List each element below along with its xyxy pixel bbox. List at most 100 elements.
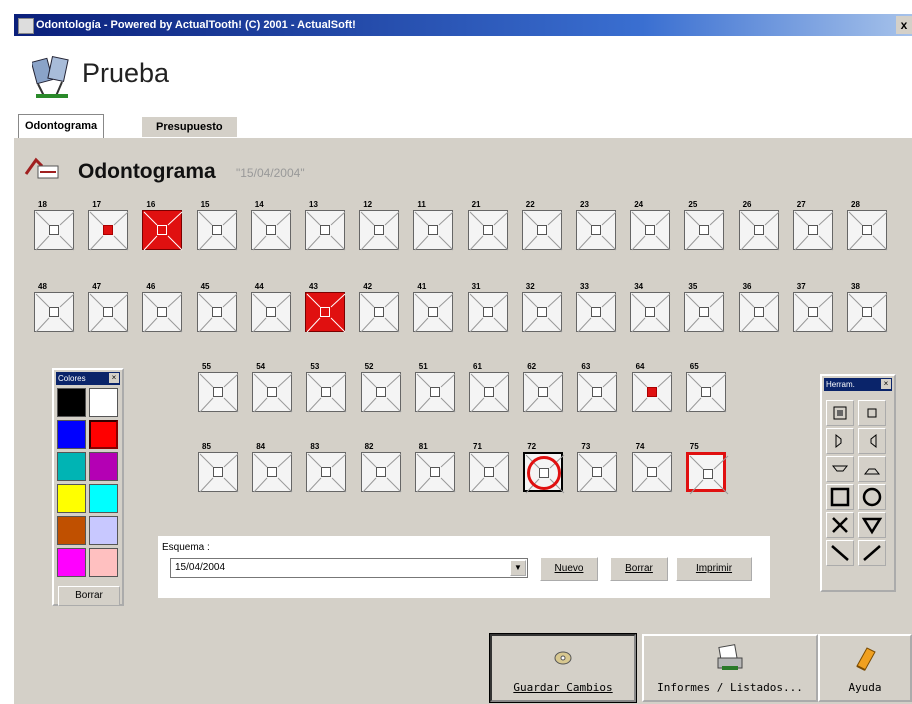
tooth-center-face[interactable] — [375, 467, 386, 477]
tooth-surface-box[interactable] — [198, 452, 239, 493]
tooth-surface-box[interactable] — [34, 210, 75, 251]
color-swatch[interactable] — [89, 548, 118, 577]
tooth-32[interactable]: 32 — [521, 282, 564, 334]
scheme-select[interactable]: 15/04/2004 ▼ — [170, 558, 528, 578]
tooth-surface-box[interactable] — [414, 452, 456, 493]
tooth-center-face[interactable] — [482, 225, 493, 235]
tool-cross-icon[interactable] — [826, 512, 854, 538]
tooth-center-face[interactable] — [157, 225, 168, 235]
tooth-surface-box[interactable] — [305, 292, 346, 333]
tooth-center-face[interactable] — [862, 225, 872, 235]
tooth-44[interactable]: 44 — [250, 282, 293, 334]
tooth-45[interactable]: 45 — [196, 282, 239, 334]
tooth-72[interactable]: 72 — [523, 442, 565, 494]
help-button[interactable]: Ayuda — [818, 634, 912, 702]
tooth-center-face[interactable] — [807, 307, 818, 317]
tooth-surface-box[interactable] — [359, 292, 400, 333]
tooth-center-face[interactable] — [157, 307, 168, 317]
tooth-71[interactable]: 71 — [469, 442, 511, 494]
tooth-center-face[interactable] — [428, 307, 439, 317]
tooth-surface-box[interactable] — [523, 452, 565, 494]
tooth-surface-box[interactable] — [684, 292, 725, 333]
tooth-center-face[interactable] — [103, 225, 114, 235]
tooth-center-face[interactable] — [103, 307, 114, 317]
tooth-28[interactable]: 28 — [847, 200, 889, 252]
tooth-21[interactable]: 21 — [467, 200, 510, 252]
tooth-surface-box[interactable] — [792, 210, 834, 251]
tooth-surface-box[interactable] — [521, 292, 563, 333]
color-swatch[interactable] — [89, 452, 118, 481]
tooth-surface-box[interactable] — [413, 210, 454, 251]
tooth-14[interactable]: 14 — [250, 200, 293, 252]
tooth-surface-box[interactable] — [305, 210, 346, 251]
tooth-center-face[interactable] — [702, 469, 713, 479]
tooth-center-face[interactable] — [807, 225, 818, 235]
tooth-surface-box[interactable] — [198, 372, 239, 413]
tooth-surface-box[interactable] — [359, 210, 400, 251]
tooth-center-face[interactable] — [213, 387, 223, 397]
tooth-55[interactable]: 55 — [198, 362, 240, 414]
tooth-53[interactable]: 53 — [306, 362, 348, 414]
tooth-center-face[interactable] — [374, 225, 385, 235]
reports-button[interactable]: Informes / Listados... — [642, 634, 818, 702]
tooth-51[interactable]: 51 — [414, 362, 457, 414]
tooth-surface-box[interactable] — [847, 210, 888, 251]
tooth-surface-box[interactable] — [685, 452, 729, 495]
tooth-center-face[interactable] — [429, 387, 440, 397]
tooth-62[interactable]: 62 — [523, 362, 565, 414]
tooth-center-face[interactable] — [538, 387, 549, 397]
tooth-26[interactable]: 26 — [738, 200, 781, 252]
tooth-center-face[interactable] — [213, 467, 223, 477]
tool-triangle-icon[interactable] — [858, 512, 886, 538]
tooth-surface-box[interactable] — [88, 210, 129, 251]
palette-clear-button[interactable]: Borrar — [58, 586, 120, 606]
tooth-surface-box[interactable] — [523, 372, 564, 413]
tooth-surface-box[interactable] — [576, 210, 617, 251]
tooth-surface-box[interactable] — [684, 210, 725, 251]
tooth-63[interactable]: 63 — [577, 362, 619, 414]
color-swatch[interactable] — [89, 388, 118, 417]
color-swatch[interactable] — [57, 516, 86, 545]
tooth-center-face[interactable] — [700, 387, 711, 397]
tooth-surface-box[interactable] — [34, 292, 75, 333]
tooth-surface-box[interactable] — [577, 452, 618, 493]
tooth-42[interactable]: 42 — [359, 282, 401, 334]
tooth-center-face[interactable] — [646, 467, 657, 477]
color-swatch[interactable] — [57, 452, 86, 481]
tooth-center-face[interactable] — [484, 387, 494, 397]
tooth-center-face[interactable] — [265, 225, 276, 235]
tooth-75[interactable]: 75 — [685, 442, 729, 495]
tooth-34[interactable]: 34 — [630, 282, 672, 334]
tooth-25[interactable]: 25 — [684, 200, 726, 252]
tooth-17[interactable]: 17 — [88, 200, 130, 252]
tooth-center-face[interactable] — [321, 387, 332, 397]
tools-close-button[interactable]: × — [881, 379, 891, 389]
tooth-surface-box[interactable] — [306, 452, 347, 493]
tooth-47[interactable]: 47 — [88, 282, 130, 334]
tooth-54[interactable]: 54 — [252, 362, 294, 414]
tooth-center-face[interactable] — [753, 307, 764, 317]
tooth-center-face[interactable] — [428, 225, 439, 235]
tooth-13[interactable]: 13 — [305, 200, 347, 252]
tooth-surface-box[interactable] — [413, 292, 454, 333]
palette-close-button[interactable]: × — [109, 373, 119, 383]
tooth-48[interactable]: 48 — [34, 282, 76, 334]
tooth-surface-box[interactable] — [360, 452, 401, 493]
tooth-surface-box[interactable] — [88, 292, 129, 333]
tool-full-tooth-icon[interactable] — [826, 400, 854, 426]
tooth-center-face[interactable] — [591, 307, 601, 317]
tool-backslash-icon[interactable] — [826, 540, 854, 566]
tooth-46[interactable]: 46 — [142, 282, 184, 334]
tooth-center-face[interactable] — [699, 307, 710, 317]
tooth-73[interactable]: 73 — [577, 442, 619, 494]
tooth-41[interactable]: 41 — [413, 282, 455, 334]
tooth-center-face[interactable] — [484, 467, 494, 477]
color-swatch[interactable] — [89, 516, 118, 545]
tooth-surface-box[interactable] — [631, 372, 672, 413]
tooth-center-face[interactable] — [699, 225, 710, 235]
tooth-43[interactable]: 43 — [305, 282, 347, 334]
color-swatch[interactable] — [57, 484, 86, 513]
tooth-61[interactable]: 61 — [469, 362, 511, 414]
tooth-84[interactable]: 84 — [252, 442, 294, 494]
tooth-center-face[interactable] — [592, 467, 603, 477]
